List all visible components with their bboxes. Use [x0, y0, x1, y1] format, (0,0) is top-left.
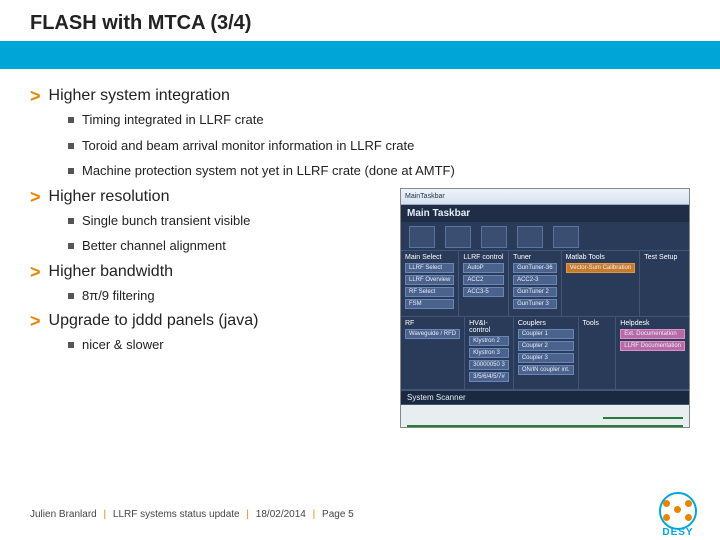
- panel-col-header: Main Select: [405, 254, 454, 261]
- section-heading: Higher system integration: [49, 87, 230, 105]
- chevron-icon: >: [30, 87, 41, 105]
- section-heading: Higher resolution: [49, 188, 170, 206]
- panel-col-header: LLRF control: [463, 254, 504, 261]
- title-block: FLASH with MTCA (3/4): [0, 0, 720, 41]
- panel-icon: [409, 226, 435, 248]
- panel-system-scanner: System Scanner: [401, 390, 689, 404]
- panel-icon: [553, 226, 579, 248]
- panel-button: LLRF Overview: [405, 275, 454, 285]
- separator-icon: |: [104, 509, 107, 520]
- panel-col-header: Couplers: [518, 320, 574, 327]
- panel-button: Coupler 2: [518, 341, 574, 351]
- panel-button: Ext. Documentation: [620, 329, 685, 339]
- square-bullet-icon: [68, 143, 74, 149]
- footer-talk: LLRF systems status update: [113, 509, 240, 520]
- panel-button: Coupler 3: [518, 353, 574, 363]
- panel-button: GunTuner 2: [513, 287, 556, 297]
- square-bullet-icon: [68, 218, 74, 224]
- bullet-text: 8π/9 filtering: [82, 287, 155, 305]
- separator-icon: |: [246, 509, 249, 520]
- panel-button: LLRF Select: [405, 263, 454, 273]
- bullet-text: Machine protection system not yet in LLR…: [82, 162, 455, 180]
- square-bullet-icon: [68, 293, 74, 299]
- panel-row: RF Waveguide / RFD HV&I- control Klystro…: [401, 317, 689, 390]
- jddd-panel-screenshot: MainTaskbar Main Taskbar Main Select LLR…: [400, 188, 690, 428]
- header-accent-bar: [0, 41, 720, 69]
- panel-button: ACC3-5: [463, 287, 504, 297]
- panel-button: ACC2-3: [513, 275, 556, 285]
- panel-beamline-schematic: [401, 404, 689, 428]
- panel-header: Main Taskbar: [401, 205, 689, 222]
- chevron-icon: >: [30, 312, 41, 330]
- panel-col-header: Matlab Tools: [566, 254, 636, 261]
- panel-button: FSM: [405, 299, 454, 309]
- panel-icon: [481, 226, 507, 248]
- panel-button: GunTuner-36: [513, 263, 556, 273]
- square-bullet-icon: [68, 243, 74, 249]
- panel-button: 30000050 3: [469, 360, 509, 370]
- square-bullet-icon: [68, 168, 74, 174]
- bullet-text: Better channel alignment: [82, 237, 226, 255]
- footer-author: Julien Branlard: [30, 509, 97, 520]
- bullet-text: Toroid and beam arrival monitor informat…: [82, 137, 414, 155]
- panel-col-header: Helpdesk: [620, 320, 685, 327]
- slide-content: > Higher system integration Timing integ…: [0, 69, 720, 428]
- panel-col-header: Test Setup: [644, 254, 685, 261]
- panel-iconbar: [401, 222, 689, 251]
- panel-button: GunTuner 3: [513, 299, 556, 309]
- chevron-icon: >: [30, 263, 41, 281]
- square-bullet-icon: [68, 342, 74, 348]
- panel-col-header: HV&I- control: [469, 320, 509, 334]
- slide-title: FLASH with MTCA (3/4): [30, 12, 720, 35]
- panel-col-header: Tools: [583, 320, 612, 327]
- panel-button: AutoP: [463, 263, 504, 273]
- section-heading: Higher bandwidth: [49, 263, 174, 281]
- panel-button: Waveguide / RFD: [405, 329, 460, 339]
- section-higher-resolution: > Higher resolution Single bunch transie…: [30, 188, 384, 255]
- desy-logo-icon: DESY: [654, 492, 702, 536]
- bullet-text: nicer & slower: [82, 336, 164, 354]
- footer-text: Julien Branlard | LLRF systems status up…: [30, 509, 354, 520]
- section-heading: Upgrade to jddd panels (java): [49, 312, 259, 330]
- square-bullet-icon: [68, 117, 74, 123]
- panel-row: Main Select LLRF Select LLRF Overview RF…: [401, 251, 689, 317]
- panel-button: LLRF Documentation: [620, 341, 685, 351]
- section-higher-bandwidth: > Higher bandwidth 8π/9 filtering: [30, 263, 384, 305]
- window-title: MainTaskbar: [405, 193, 445, 200]
- bullet-text: Timing integrated in LLRF crate: [82, 111, 264, 129]
- panel-col-header: RF: [405, 320, 460, 327]
- panel-button: ON/IN coupler int.: [518, 365, 574, 375]
- desy-logo-text: DESY: [654, 527, 702, 538]
- window-titlebar: MainTaskbar: [401, 189, 689, 205]
- panel-button: Klystron 3: [469, 348, 509, 358]
- section-higher-integration: > Higher system integration Timing integ…: [30, 87, 690, 180]
- panel-button: 3/5/6/4/5/7#: [469, 372, 509, 382]
- section-upgrade-jddd: > Upgrade to jddd panels (java) nicer & …: [30, 312, 384, 354]
- panel-button: RF Select: [405, 287, 454, 297]
- panel-button: Vector-Sum Calibration: [566, 263, 636, 273]
- panel-icon: [517, 226, 543, 248]
- footer-date: 18/02/2014: [256, 509, 306, 520]
- separator-icon: |: [313, 509, 316, 520]
- bullet-text: Single bunch transient visible: [82, 212, 250, 230]
- panel-icon: [445, 226, 471, 248]
- panel-col-header: Tuner: [513, 254, 556, 261]
- panel-button: Coupler 1: [518, 329, 574, 339]
- slide-footer: Julien Branlard | LLRF systems status up…: [0, 492, 720, 540]
- panel-button: Klystron 2: [469, 336, 509, 346]
- panel-button: ACC2: [463, 275, 504, 285]
- chevron-icon: >: [30, 188, 41, 206]
- footer-page: Page 5: [322, 509, 354, 520]
